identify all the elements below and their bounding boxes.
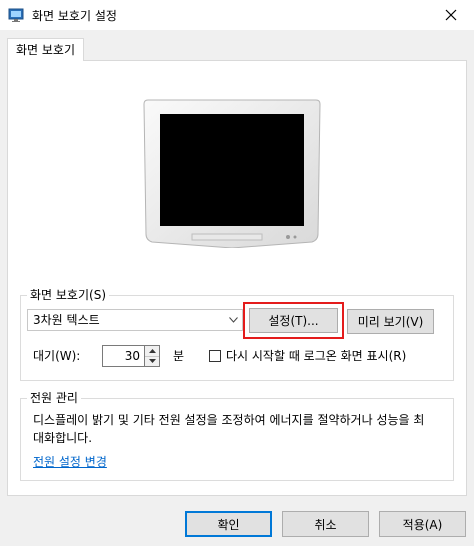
triangle-down-icon	[148, 359, 156, 363]
settings-button-highlight	[243, 302, 344, 339]
resume-logon-label[interactable]: 다시 시작할 때 로그온 화면 표시(R)	[226, 349, 406, 363]
wait-minutes-input[interactable]: 30	[102, 345, 145, 367]
power-settings-link[interactable]: 전원 설정 변경	[33, 453, 107, 470]
monitor-preview	[143, 99, 321, 248]
screen-saver-icon	[8, 8, 24, 22]
close-button[interactable]	[428, 0, 474, 30]
screen-saver-dropdown[interactable]: 3차원 텍스트	[27, 309, 243, 331]
screen-saver-selected: 3차원 텍스트	[33, 313, 100, 327]
cancel-button[interactable]: 취소	[282, 511, 369, 537]
title-bar: 화면 보호기 설정	[0, 0, 474, 30]
screen-saver-group-label: 화면 보호기(S)	[27, 288, 109, 302]
ok-button[interactable]: 확인	[185, 511, 272, 537]
wait-spinner	[145, 345, 160, 367]
wait-unit-label: 분	[173, 349, 185, 363]
tab-screen-saver[interactable]: 화면 보호기	[7, 38, 85, 61]
preview-button[interactable]: 미리 보기(V)	[347, 309, 434, 334]
power-group-label: 전원 관리	[27, 391, 81, 405]
close-icon	[445, 9, 457, 21]
chevron-down-icon	[228, 310, 238, 330]
apply-button[interactable]: 적용(A)	[379, 511, 466, 537]
resume-logon-checkbox[interactable]	[209, 350, 221, 362]
triangle-up-icon	[148, 349, 156, 353]
window-title: 화면 보호기 설정	[32, 9, 117, 23]
spin-down-button[interactable]	[145, 356, 159, 366]
wait-label: 대기(W):	[33, 349, 81, 363]
screen-saver-group: 화면 보호기(S)	[20, 288, 454, 381]
power-description: 디스플레이 밝기 및 기타 전원 설정을 조정하여 에너지를 절약하거나 성능을…	[33, 413, 425, 445]
